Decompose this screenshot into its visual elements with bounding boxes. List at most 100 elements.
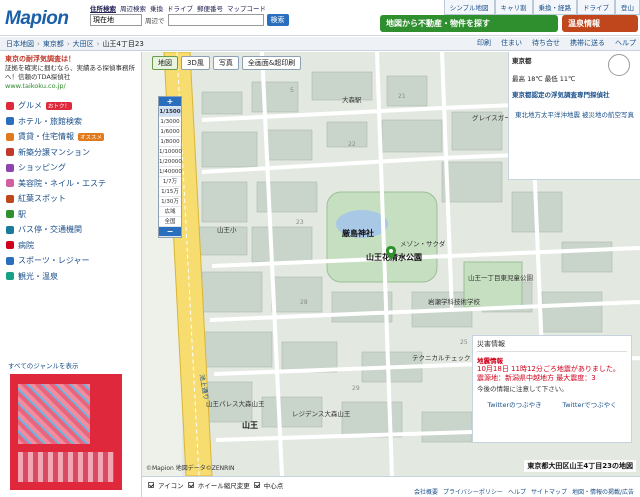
center-checkbox[interactable] [253, 482, 260, 488]
category-label[interactable]: バス停・交通機関 [18, 224, 82, 235]
tab-zipcode[interactable]: 郵便番号 [197, 3, 223, 13]
fullscreen-print-button[interactable]: 全画面&超印刷 [241, 56, 302, 70]
category-label[interactable]: グルメ [18, 100, 42, 111]
label-mansion1[interactable]: メゾン・サクダ [400, 238, 445, 248]
category-item[interactable]: ホテル・旅館検索 [0, 114, 141, 130]
zoom-level-item[interactable]: 1/20000 [159, 157, 182, 167]
all-genres-link[interactable]: すべてのジャンルを表示 [8, 360, 78, 370]
twitter-read-link[interactable]: Twitterのつぶやき [487, 399, 541, 409]
label-shrine[interactable]: 厳島神社 [342, 228, 374, 239]
nav-climb[interactable]: 登山 [615, 0, 640, 15]
view-3d-button[interactable]: 3D風 [181, 56, 210, 70]
label-park2[interactable]: 山王一丁目東児童公園 [468, 272, 533, 282]
category-item[interactable]: 新築分譲マンション [0, 145, 141, 161]
realestate-banner[interactable]: 地図から不動産・物件を探す [380, 15, 558, 32]
category-label[interactable]: 病院 [18, 240, 34, 251]
tab-address[interactable]: 住所検索 [90, 3, 116, 13]
category-item[interactable]: 病院 [0, 238, 141, 254]
tab-drive[interactable]: ドライブ [167, 3, 193, 13]
help-button[interactable]: ヘルプ [615, 38, 636, 48]
footer-privacy[interactable]: プライバシーポリシー [443, 487, 503, 496]
category-label[interactable]: 新築分譲マンション [18, 147, 90, 158]
sidebar-ad[interactable]: 東京の耐浮気調査は！ 証拠を確実に掴むなら、実績ある探偵事務所へ！信頼のTDA探… [0, 52, 141, 94]
label-gym[interactable]: レジデンス大森山王 [292, 408, 350, 418]
zoom-level-item[interactable]: 1/15万 [159, 187, 181, 197]
zoom-out-button[interactable]: − [159, 227, 181, 237]
zoom-level-item[interactable]: 1/10000 [159, 147, 182, 157]
mapion-logo[interactable]: Mapion [5, 8, 69, 30]
category-label[interactable]: スポーツ・レジャー [18, 255, 89, 266]
map-tools: 印刷 住まい 待ち合せ 携帯に送る ヘルプ [477, 38, 636, 48]
category-item[interactable]: 観光・温泉 [0, 269, 141, 285]
send-mobile-button[interactable]: 携帯に送る [570, 38, 605, 48]
tab-nearby[interactable]: 周辺検索 [120, 3, 146, 13]
view-map-button[interactable]: 地図 [152, 56, 178, 70]
category-item[interactable]: ショッピング [0, 160, 141, 176]
print-button[interactable]: 印刷 [477, 38, 491, 48]
label-center: 山王 [242, 421, 258, 430]
svg-text:21: 21 [398, 93, 406, 100]
onsen-banner[interactable]: 温泉情報 [562, 15, 638, 32]
location-input[interactable] [90, 14, 142, 26]
quake-photo-link[interactable]: 東北地方太平洋沖地震 被災地の航空写真 [512, 109, 637, 119]
housing-button[interactable]: 住まい [501, 38, 522, 48]
zoom-level-item[interactable]: 1/8000 [159, 137, 181, 147]
zoom-level-item[interactable]: 広域 [159, 207, 181, 217]
label-tec[interactable]: テクニカルチェック [412, 352, 471, 362]
twitter-post-link[interactable]: Twitterでつぶやく [562, 399, 616, 409]
tab-mapcode[interactable]: マップコード [227, 3, 266, 13]
ad-url[interactable]: www.taikoku.co.jp/ [5, 82, 136, 91]
category-badge: オススメ [78, 132, 105, 141]
meetup-button[interactable]: 待ち合せ [532, 38, 560, 48]
zoom-level-item[interactable]: 1/6000 [159, 127, 181, 137]
category-item[interactable]: 美容院・ネイル・エステ [0, 176, 141, 192]
category-item[interactable]: スポーツ・レジャー [0, 253, 141, 269]
footer-sitemap[interactable]: サイトマップ [531, 487, 567, 496]
icon-checkbox[interactable] [148, 482, 154, 488]
weather-ad[interactable]: 東京都認定の浮気調査専門探偵社 [512, 89, 637, 99]
category-item[interactable]: 賃貸・住宅情報 オススメ [0, 129, 141, 145]
map-area[interactable]: 5 21 23 22 24 28 29 25 地図 3D風 写真 全画面&超印刷 + 1/… [142, 52, 640, 476]
footer-ads[interactable]: 地図・情報の掲載/広告 [572, 487, 634, 496]
category-label[interactable]: ショッピング [18, 162, 66, 173]
view-photo-button[interactable]: 写真 [212, 56, 239, 70]
zoom-level-item[interactable]: 1/30万 [159, 197, 181, 207]
category-label[interactable]: 駅 [18, 209, 26, 220]
category-label[interactable]: ホテル・旅館検索 [18, 116, 82, 127]
crumb-japan[interactable]: 日本地図 [3, 39, 37, 49]
category-item[interactable]: バス停・交通機関 [0, 222, 141, 238]
category-label[interactable]: 美容院・ネイル・エステ [18, 178, 106, 189]
ad-title[interactable]: 東京の耐浮気調査は！ [5, 55, 136, 64]
footer-help[interactable]: ヘルプ [508, 487, 526, 496]
footer-company[interactable]: 会社概要 [414, 487, 438, 496]
nav-career[interactable]: キャリ割 [494, 0, 533, 15]
category-icon [6, 101, 14, 110]
zoom-level-item[interactable]: 1/3000 [159, 117, 181, 127]
wheel-checkbox[interactable] [187, 482, 194, 488]
tab-transfer[interactable]: 乗換 [150, 3, 163, 13]
zoom-level-item[interactable]: 1/1500 [159, 107, 181, 117]
zoom-in-button[interactable]: + [159, 97, 181, 107]
crumb-tokyo[interactable]: 東京都 [40, 39, 67, 49]
category-icon [6, 256, 14, 265]
label-school[interactable]: 岩瀬学科技術学校 [428, 296, 480, 306]
keyword-input[interactable] [167, 14, 264, 26]
category-label[interactable]: 紅葉スポット [18, 193, 66, 204]
category-item[interactable]: 駅 [0, 207, 141, 223]
category-label[interactable]: 賃貸・住宅情報 [18, 131, 74, 142]
zoom-level-item[interactable]: 全国 [159, 217, 181, 227]
label-palace[interactable]: 山王パレス大森山王 [206, 398, 265, 408]
nav-drive[interactable]: ドライブ [577, 0, 615, 15]
nav-simple-map[interactable]: シンプル地図 [443, 0, 495, 15]
category-item[interactable]: 紅葉スポット [0, 191, 141, 207]
zoom-level-item[interactable]: 1/40000 [159, 167, 182, 177]
sidebar-banner-ad[interactable] [10, 374, 122, 490]
zoom-level-item[interactable]: 1/7万 [159, 177, 181, 187]
crumb-ota[interactable]: 大田区 [70, 39, 97, 49]
center-pin-icon[interactable] [386, 246, 396, 260]
search-button[interactable]: 検索 [266, 14, 289, 26]
nav-transit[interactable]: 乗換・経路 [532, 0, 577, 15]
category-item[interactable]: グルメ おトク！ [0, 98, 141, 114]
footer: アイコン ホイール縮尺変更 中心点 会社概要 プライバシーポリシー ヘルプ サイ… [142, 476, 640, 497]
category-label[interactable]: 観光・温泉 [18, 271, 58, 282]
